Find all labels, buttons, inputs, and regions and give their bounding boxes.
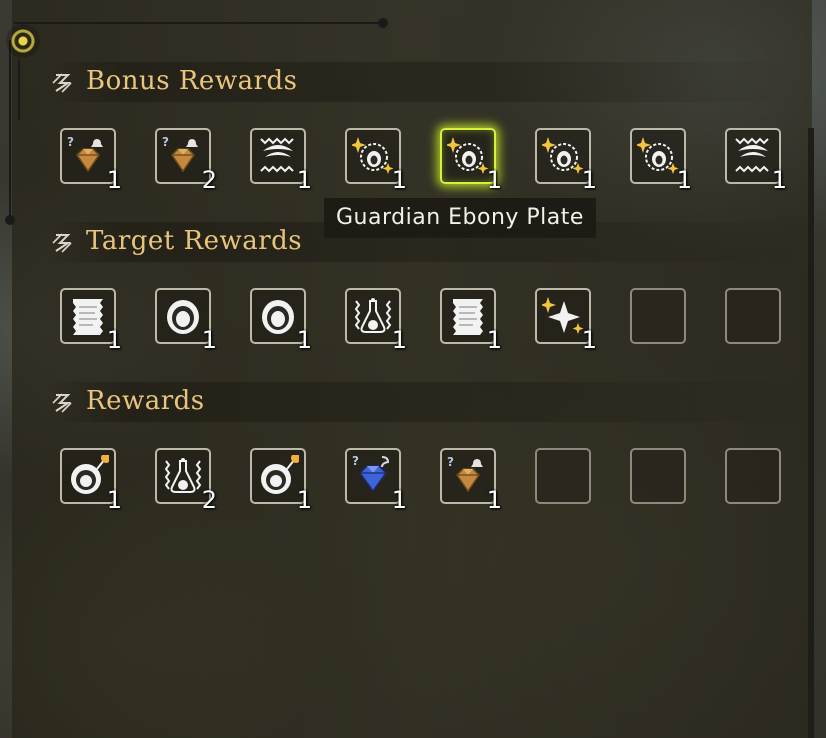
sparkle-shell-plate-icon <box>542 137 584 174</box>
reward-slot[interactable]: 1 <box>60 448 122 514</box>
item-quantity: 1 <box>106 486 122 514</box>
item-quantity: 1 <box>391 166 407 194</box>
item-quantity: 2 <box>201 486 217 514</box>
ticket-scroll-icon <box>73 299 103 335</box>
frame-line <box>18 60 20 120</box>
item-quantity: 1 <box>296 166 312 194</box>
reward-slot[interactable]: ? 1 <box>345 448 407 514</box>
sparkle-shell-plate-icon <box>352 137 394 174</box>
svg-text:?: ? <box>67 135 74 149</box>
item-quantity: 1 <box>581 326 597 354</box>
section-title: Bonus Rewards <box>86 66 298 96</box>
reward-slot[interactable]: ? 2 <box>155 128 217 194</box>
svg-text:?: ? <box>352 455 359 468</box>
reward-slot[interactable]: 1 <box>250 128 312 194</box>
ticket-scroll-icon <box>453 299 483 335</box>
reward-slot[interactable]: 1 <box>345 128 407 194</box>
item-quantity: 1 <box>201 326 217 354</box>
item-quantity: 1 <box>676 166 692 194</box>
section-rune-icon <box>52 393 72 413</box>
gem-question-bell-icon: ? <box>162 135 198 173</box>
empty-reward-slot[interactable] <box>630 448 686 504</box>
target-rewards-row: 1 1 1 1 1 1 <box>60 288 790 354</box>
section-header-rewards: Rewards <box>48 382 808 422</box>
rewards-panel <box>12 0 812 738</box>
item-quantity: 2 <box>201 166 217 194</box>
sparkle-star-icon <box>542 297 584 334</box>
reward-slot[interactable]: 1 <box>60 288 122 354</box>
empty-reward-slot[interactable] <box>630 288 686 344</box>
reward-slot[interactable]: 1 <box>440 128 502 194</box>
hide-scale-icon <box>260 137 294 173</box>
reward-slot[interactable]: 1 <box>155 288 217 354</box>
flask-icon <box>354 298 392 333</box>
reward-slot[interactable]: 2 <box>155 448 217 514</box>
reward-slot[interactable]: 1 <box>250 448 312 514</box>
emblem-icon <box>6 24 40 58</box>
frame-dot <box>378 18 388 28</box>
hide-scale-icon <box>735 137 769 173</box>
sparkle-shell-plate-icon <box>637 137 679 174</box>
item-quantity: 1 <box>771 166 787 194</box>
flask-icon <box>164 458 202 493</box>
reward-slot[interactable]: 1 <box>725 128 787 194</box>
reward-slot[interactable]: 1 <box>535 128 597 194</box>
svg-text:?: ? <box>162 135 169 149</box>
item-quantity: 1 <box>486 486 502 514</box>
section-rune-icon <box>52 73 72 93</box>
reward-slot[interactable]: ? 1 <box>60 128 122 194</box>
section-title: Target Rewards <box>86 226 303 256</box>
item-quantity: 1 <box>486 166 502 194</box>
reward-slot[interactable]: 1 <box>535 288 597 354</box>
item-quantity: 1 <box>106 326 122 354</box>
section-rune-icon <box>52 233 72 253</box>
empty-reward-slot[interactable] <box>535 448 591 504</box>
item-quantity: 1 <box>391 326 407 354</box>
shell-pin-icon <box>71 455 109 494</box>
item-quantity: 1 <box>296 326 312 354</box>
reward-slot[interactable]: 1 <box>345 288 407 354</box>
frame-line <box>14 22 384 24</box>
blue-gem-question-icon: ? <box>352 455 390 493</box>
svg-text:?: ? <box>447 455 454 469</box>
rewards-row: 1 2 1? 1? 1 <box>60 448 790 514</box>
item-quantity: 1 <box>581 166 597 194</box>
empty-reward-slot[interactable] <box>725 448 781 504</box>
item-quantity: 1 <box>486 326 502 354</box>
shell-icon <box>167 300 199 334</box>
reward-slot[interactable]: 1 <box>440 288 502 354</box>
reward-slot[interactable]: ? 1 <box>440 448 502 514</box>
bonus-rewards-row: ? 1? 2 1 1 1 1 1 1 <box>60 128 790 194</box>
sparkle-shell-plate-icon <box>447 137 489 174</box>
gem-question-bell-icon: ? <box>67 135 103 173</box>
scrollbar[interactable] <box>808 128 814 738</box>
shell-pin-icon <box>261 455 299 494</box>
item-quantity: 1 <box>106 166 122 194</box>
shell-icon <box>262 300 294 334</box>
gem-question-bell-icon: ? <box>447 455 483 493</box>
frame-line <box>9 40 11 220</box>
section-header-bonus: Bonus Rewards <box>48 62 808 102</box>
reward-slot[interactable]: 1 <box>250 288 312 354</box>
reward-slot[interactable]: 1 <box>630 128 692 194</box>
item-quantity: 1 <box>296 486 312 514</box>
item-tooltip: Guardian Ebony Plate <box>324 198 596 238</box>
section-title: Rewards <box>86 386 205 416</box>
item-quantity: 1 <box>391 486 407 514</box>
frame-dot <box>5 215 15 225</box>
empty-reward-slot[interactable] <box>725 288 781 344</box>
